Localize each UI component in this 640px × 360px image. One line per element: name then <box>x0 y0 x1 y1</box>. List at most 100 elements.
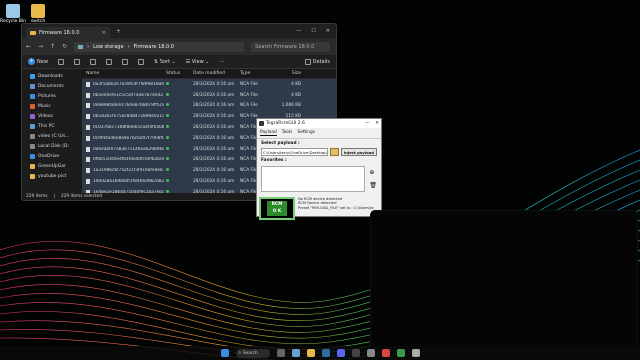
sidebar-item[interactable]: Downloads <box>22 71 82 81</box>
column-date[interactable]: Date modified <box>191 71 238 76</box>
status-cell <box>164 114 191 119</box>
title-bar: TegraRcmGUI 2.6 — ✕ <box>257 119 381 128</box>
steam-icon[interactable] <box>321 349 330 357</box>
share-icon[interactable] <box>121 58 128 65</box>
delete-favorite-icon[interactable]: 🗑 <box>369 182 377 189</box>
sidebar-item[interactable]: OneDrive <box>22 151 82 161</box>
sidebar-item[interactable]: Music <box>22 101 82 111</box>
sidebar-item-icon <box>30 123 35 129</box>
sidebar-item[interactable]: Documents <box>22 81 82 91</box>
synced-check-icon <box>166 103 169 107</box>
black-video-window[interactable] <box>370 210 638 355</box>
favorites-label: Favorites : <box>261 158 287 163</box>
table-row[interactable]: 0e9898fade0c76de87b8d79ff5c9cc5b.nca 28/3… <box>82 100 336 112</box>
tab-tools[interactable]: Tools <box>282 130 293 136</box>
tegra-icon[interactable] <box>411 349 420 357</box>
switch-folder-icon[interactable]: switch <box>21 4 55 24</box>
sidebar-item[interactable]: Videos <box>22 111 82 121</box>
sidebar-item[interactable]: GreenUpGar <box>22 161 82 171</box>
file-name: 0f6b510d0e4fb4fde40fc0efb2bde.nca <box>93 157 164 163</box>
date-cell: 28/3/2024 4:16 am <box>193 125 235 131</box>
column-name[interactable]: Name <box>82 71 164 76</box>
status-cell <box>164 81 191 87</box>
obs-icon[interactable] <box>351 349 360 357</box>
new-button[interactable]: + New <box>28 58 48 65</box>
synced-check-icon <box>166 114 169 118</box>
folder-icon <box>30 30 36 35</box>
cut-icon[interactable] <box>57 58 64 65</box>
forward-arrow-icon[interactable]: → <box>38 43 43 50</box>
taskbar-search[interactable]: ⌕ Search <box>235 348 270 358</box>
divider: | <box>53 194 55 199</box>
up-arrow-icon[interactable]: ↑ <box>50 43 55 50</box>
sidebar-item[interactable]: video (C:\Us... <box>22 131 82 141</box>
sidebar-item[interactable]: Local Disk (D: <box>22 141 82 151</box>
explorer-icon[interactable] <box>306 349 315 357</box>
tab-firmware[interactable]: Firmware 18.0.0 ✕ <box>26 27 110 38</box>
delete-icon[interactable] <box>137 58 144 65</box>
sidebar-item-label: Local Disk (D: <box>38 143 69 149</box>
inject-payload-button[interactable]: Inject payload <box>340 148 377 156</box>
minimize-button[interactable]: — <box>296 28 301 34</box>
file-name: 0a6eabf07a83e71146ea629b96e79e3e.nca <box>93 146 164 152</box>
file-name: 0e9898fade0c76de87b8d79ff5c9cc5b.nca <box>93 103 164 109</box>
column-size[interactable]: Size <box>278 71 303 76</box>
date-cell: 28/3/2024 4:16 am <box>193 146 235 152</box>
sidebar-item[interactable]: This PC <box>22 121 82 131</box>
sidebar-item[interactable]: youtube pict <box>22 171 82 181</box>
discord-icon[interactable] <box>336 349 345 357</box>
breadcrumb-item[interactable]: Low storage <box>93 44 123 50</box>
chrome-icon[interactable] <box>381 349 390 357</box>
status-cell <box>164 146 191 152</box>
column-type[interactable]: Type <box>238 71 278 76</box>
search-input[interactable]: Search Firmware 18.0.0 <box>251 41 330 52</box>
details-label: Details <box>312 58 330 65</box>
file-name: 0b5ee4efe1c5c5af74a67b74ed27f5f0...nca <box>93 92 164 98</box>
tab-settings[interactable]: Settings <box>297 130 315 136</box>
rcm-label: RCM <box>271 202 283 207</box>
window-controls: — ☐ ✕ <box>296 28 336 34</box>
browse-folder-icon[interactable] <box>329 148 339 156</box>
maximize-button[interactable]: ☐ <box>311 28 315 34</box>
payload-path-field[interactable]: C:\Users\terry\OneDrive\Desktop\switch f… <box>261 148 328 156</box>
close-tab-icon[interactable]: ✕ <box>102 30 106 36</box>
settings-icon[interactable] <box>366 349 375 357</box>
add-favorite-icon[interactable]: ⊕ <box>369 169 377 176</box>
details-button[interactable]: Details <box>304 58 330 65</box>
file-icon <box>86 92 90 98</box>
tab-payload[interactable]: Payload <box>260 130 277 136</box>
minimize-button[interactable]: — <box>365 121 370 126</box>
breadcrumb-item[interactable]: Firmware 18.0.0 <box>134 44 174 50</box>
file-name: 0b18361fe75ec8a8472896e021d6c3ed.nca <box>93 114 164 120</box>
taskview-icon[interactable] <box>276 349 285 357</box>
start-icon[interactable] <box>220 349 229 357</box>
tegrarcm-window: TegraRcmGUI 2.6 — ✕ Payload Tools Settin… <box>256 118 382 220</box>
table-row[interactable]: 0a3f5a802e7a59fc4f7f8998168d47...nca 28/3… <box>82 79 336 90</box>
more-icon[interactable]: ··· <box>219 59 224 65</box>
rename-icon[interactable] <box>105 58 112 65</box>
new-tab-button[interactable]: + <box>116 28 121 35</box>
column-status[interactable]: Status <box>164 71 191 76</box>
sort-label: Sort <box>159 58 170 65</box>
status-cell <box>164 135 191 141</box>
paste-icon[interactable] <box>89 58 96 65</box>
favorites-list[interactable] <box>261 166 366 192</box>
address-bar[interactable]: › Low storage › Firmware 18.0.0 <box>74 41 245 52</box>
app-green-icon[interactable] <box>396 349 405 357</box>
refresh-icon[interactable]: ↻ <box>62 43 67 50</box>
back-arrow-icon[interactable]: ← <box>26 43 31 50</box>
close-button[interactable]: ✕ <box>326 28 330 34</box>
copy-icon[interactable] <box>73 58 80 65</box>
status-cell <box>164 103 191 108</box>
file-name-cell: 0f6b510d0e4fb4fde40fc0efb2bde.nca <box>82 157 164 163</box>
sort-button[interactable]: ⇅ Sort ⌄ <box>154 59 176 65</box>
table-row[interactable]: 0b5ee4efe1c5c5af74a67b74ed27f5f0...nca 28… <box>82 89 336 101</box>
ok-label: O K <box>272 209 282 214</box>
file-icon <box>86 114 90 120</box>
widgets-icon[interactable] <box>291 349 300 357</box>
file-icon <box>86 135 90 141</box>
status-cell <box>164 92 191 98</box>
sidebar-item[interactable]: Pictures <box>22 91 82 101</box>
close-button[interactable]: ✕ <box>375 121 379 126</box>
view-button[interactable]: ☰ View ⌄ <box>186 59 210 65</box>
